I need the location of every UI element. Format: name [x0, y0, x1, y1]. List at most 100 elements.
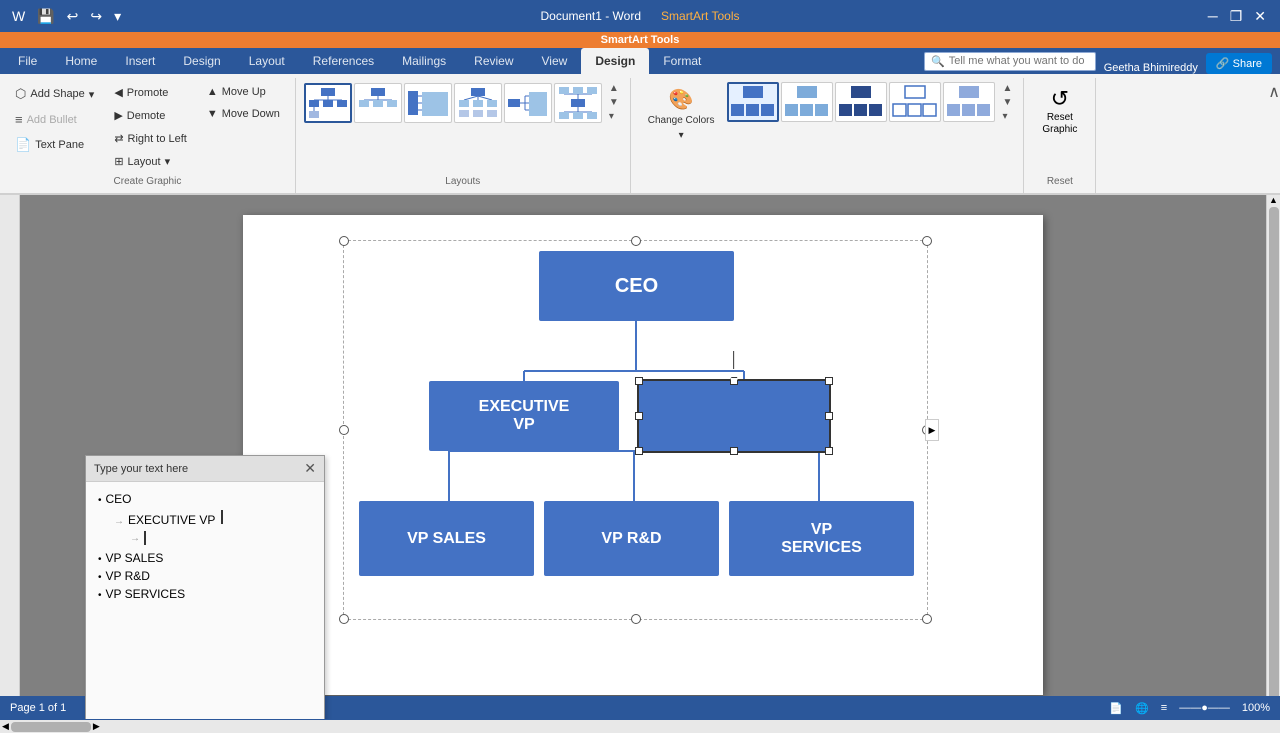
layout-thumb-4[interactable]: [454, 83, 502, 123]
canvas-area: CEO EXECUTIVEVP: [20, 195, 1266, 719]
document-title: Document1 - Word SmartArt Tools: [541, 9, 740, 23]
undo-icon[interactable]: ↩: [63, 6, 83, 27]
layout-thumb-1[interactable]: [304, 83, 352, 123]
tab-mailings[interactable]: Mailings: [388, 48, 460, 74]
customize-icon[interactable]: ▾: [110, 6, 125, 27]
layout-scroll: ▲ ▼ ▾: [606, 82, 622, 123]
minimize-button[interactable]: ─: [1202, 6, 1224, 27]
change-colors-button[interactable]: 🎨 Change Colors ▾: [639, 82, 724, 146]
search-input[interactable]: [949, 55, 1089, 67]
right-to-left-icon: ⇄: [114, 132, 123, 145]
executive-vp-box[interactable]: EXECUTIVEVP: [429, 381, 619, 451]
style-thumb-2[interactable]: [781, 82, 833, 122]
view-print-icon[interactable]: 📄: [1109, 702, 1123, 715]
layout-thumb-5[interactable]: [504, 83, 552, 123]
tab-view[interactable]: View: [528, 48, 582, 74]
demote-button[interactable]: ▶ Demote: [107, 105, 194, 126]
add-shape-dropdown-icon[interactable]: ▾: [89, 88, 95, 101]
promote-button[interactable]: ◀ Promote: [107, 82, 194, 103]
vp-rd-box[interactable]: VP R&D: [544, 501, 719, 576]
layout-scroll-down[interactable]: ▼: [606, 96, 622, 109]
handle-bl[interactable]: [339, 614, 349, 624]
tab-format[interactable]: Format: [649, 48, 715, 74]
handle-ml[interactable]: [339, 425, 349, 435]
maximize-button[interactable]: ❐: [1224, 6, 1249, 27]
style-thumb-1[interactable]: [727, 82, 779, 122]
text-pane-body[interactable]: • CEO → EXECUTIVE VP → • VP SALES: [86, 482, 324, 719]
style-thumb-3[interactable]: [835, 82, 887, 122]
reset-graphic-button[interactable]: ↺ ResetGraphic: [1032, 82, 1087, 140]
tab-layout[interactable]: Layout: [235, 48, 299, 74]
collapse-arrow[interactable]: ▶: [925, 419, 939, 441]
tab-insert[interactable]: Insert: [111, 48, 169, 74]
handle-tl[interactable]: [339, 236, 349, 246]
user-name: Geetha Bhimireddy: [1104, 62, 1198, 74]
handle-tc[interactable]: [631, 236, 641, 246]
org-chart-container[interactable]: CEO EXECUTIVEVP: [343, 240, 928, 620]
view-web-icon[interactable]: 🌐: [1135, 702, 1149, 715]
tab-home[interactable]: Home: [51, 48, 111, 74]
add-bullet-button[interactable]: ≡ Add Bullet: [8, 108, 101, 131]
text-pane-close-button[interactable]: ✕: [304, 460, 316, 477]
horizontal-scrollbar[interactable]: ◀ ▶: [0, 719, 1280, 733]
tab-design[interactable]: Design: [169, 48, 234, 74]
blank-handle-br[interactable]: [825, 447, 833, 455]
search-box[interactable]: 🔍: [924, 52, 1096, 71]
scroll-left-button[interactable]: ◀: [0, 721, 11, 732]
styles-scroll-down[interactable]: ▼: [999, 96, 1015, 109]
blank-handle-bc[interactable]: [730, 447, 738, 455]
save-icon[interactable]: 💾: [33, 6, 58, 27]
styles-scroll-more[interactable]: ▾: [999, 110, 1015, 123]
move-down-button[interactable]: ▼ Move Down: [200, 104, 287, 124]
style-thumb-4[interactable]: [889, 82, 941, 122]
cursor-line[interactable]: →: [94, 529, 316, 545]
vertical-scrollbar[interactable]: ▲ ▼: [1266, 195, 1280, 719]
style-thumb-5[interactable]: [943, 82, 995, 122]
reset-label: Reset: [1032, 172, 1087, 189]
styles-scroll-up[interactable]: ▲: [999, 82, 1015, 95]
handle-bc[interactable]: [631, 614, 641, 624]
layout-button[interactable]: ⊞ Layout ▾: [107, 151, 194, 172]
tab-review[interactable]: Review: [460, 48, 527, 74]
word-logo-icon: W: [8, 6, 29, 26]
blank-handle-bl[interactable]: [635, 447, 643, 455]
handle-br[interactable]: [922, 614, 932, 624]
close-button[interactable]: ✕: [1248, 6, 1272, 27]
layout-thumb-3[interactable]: [404, 83, 452, 123]
ceo-box[interactable]: CEO: [539, 251, 734, 321]
vp-sales-box[interactable]: VP SALES: [359, 501, 534, 576]
add-shape-button[interactable]: ⬡ Add Shape ▾: [8, 82, 101, 106]
redo-icon[interactable]: ↪: [86, 6, 106, 27]
layout-scroll-up[interactable]: ▲: [606, 82, 622, 95]
tab-smartart-design[interactable]: Design: [581, 48, 649, 74]
tab-references[interactable]: References: [299, 48, 388, 74]
blank-handle-tl[interactable]: [635, 377, 643, 385]
text-pane-item-vpservices: • VP SERVICES: [94, 585, 316, 603]
ribbon-tabs: File Home Insert Design Layout Reference…: [0, 48, 1280, 74]
rotation-handle[interactable]: ↻: [728, 351, 740, 386]
scroll-thumb[interactable]: [1269, 207, 1279, 707]
share-button[interactable]: 🔗 Share: [1206, 53, 1272, 74]
blank-box[interactable]: ↻: [639, 381, 829, 451]
collapse-ribbon-button[interactable]: ∧: [1268, 82, 1280, 102]
scroll-right-button[interactable]: ▶: [91, 721, 102, 732]
change-colors-dropdown-icon[interactable]: ▾: [679, 130, 684, 141]
layout-thumb-6[interactable]: [554, 83, 602, 123]
tab-file[interactable]: File: [4, 48, 51, 74]
right-to-left-button[interactable]: ⇄ Right to Left: [107, 128, 194, 149]
vp-services-box[interactable]: VPSERVICES: [729, 501, 914, 576]
view-outline-icon[interactable]: ≡: [1161, 702, 1167, 714]
text-pane-button[interactable]: 📄 Text Pane: [8, 133, 101, 157]
layout-dropdown-icon[interactable]: ▾: [165, 155, 171, 168]
vprd-text: VP R&D: [106, 569, 150, 583]
h-scroll-thumb[interactable]: [11, 722, 91, 732]
move-up-button[interactable]: ▲ Move Up: [200, 82, 287, 102]
scroll-up-button[interactable]: ▲: [1269, 195, 1278, 205]
blank-handle-tr[interactable]: [825, 377, 833, 385]
layout-thumb-2[interactable]: [354, 83, 402, 123]
handle-tr[interactable]: [922, 236, 932, 246]
layout-scroll-more[interactable]: ▾: [606, 110, 622, 123]
blank-handle-mr[interactable]: [825, 412, 833, 420]
zoom-slider[interactable]: ——●——: [1179, 702, 1230, 714]
blank-handle-ml[interactable]: [635, 412, 643, 420]
